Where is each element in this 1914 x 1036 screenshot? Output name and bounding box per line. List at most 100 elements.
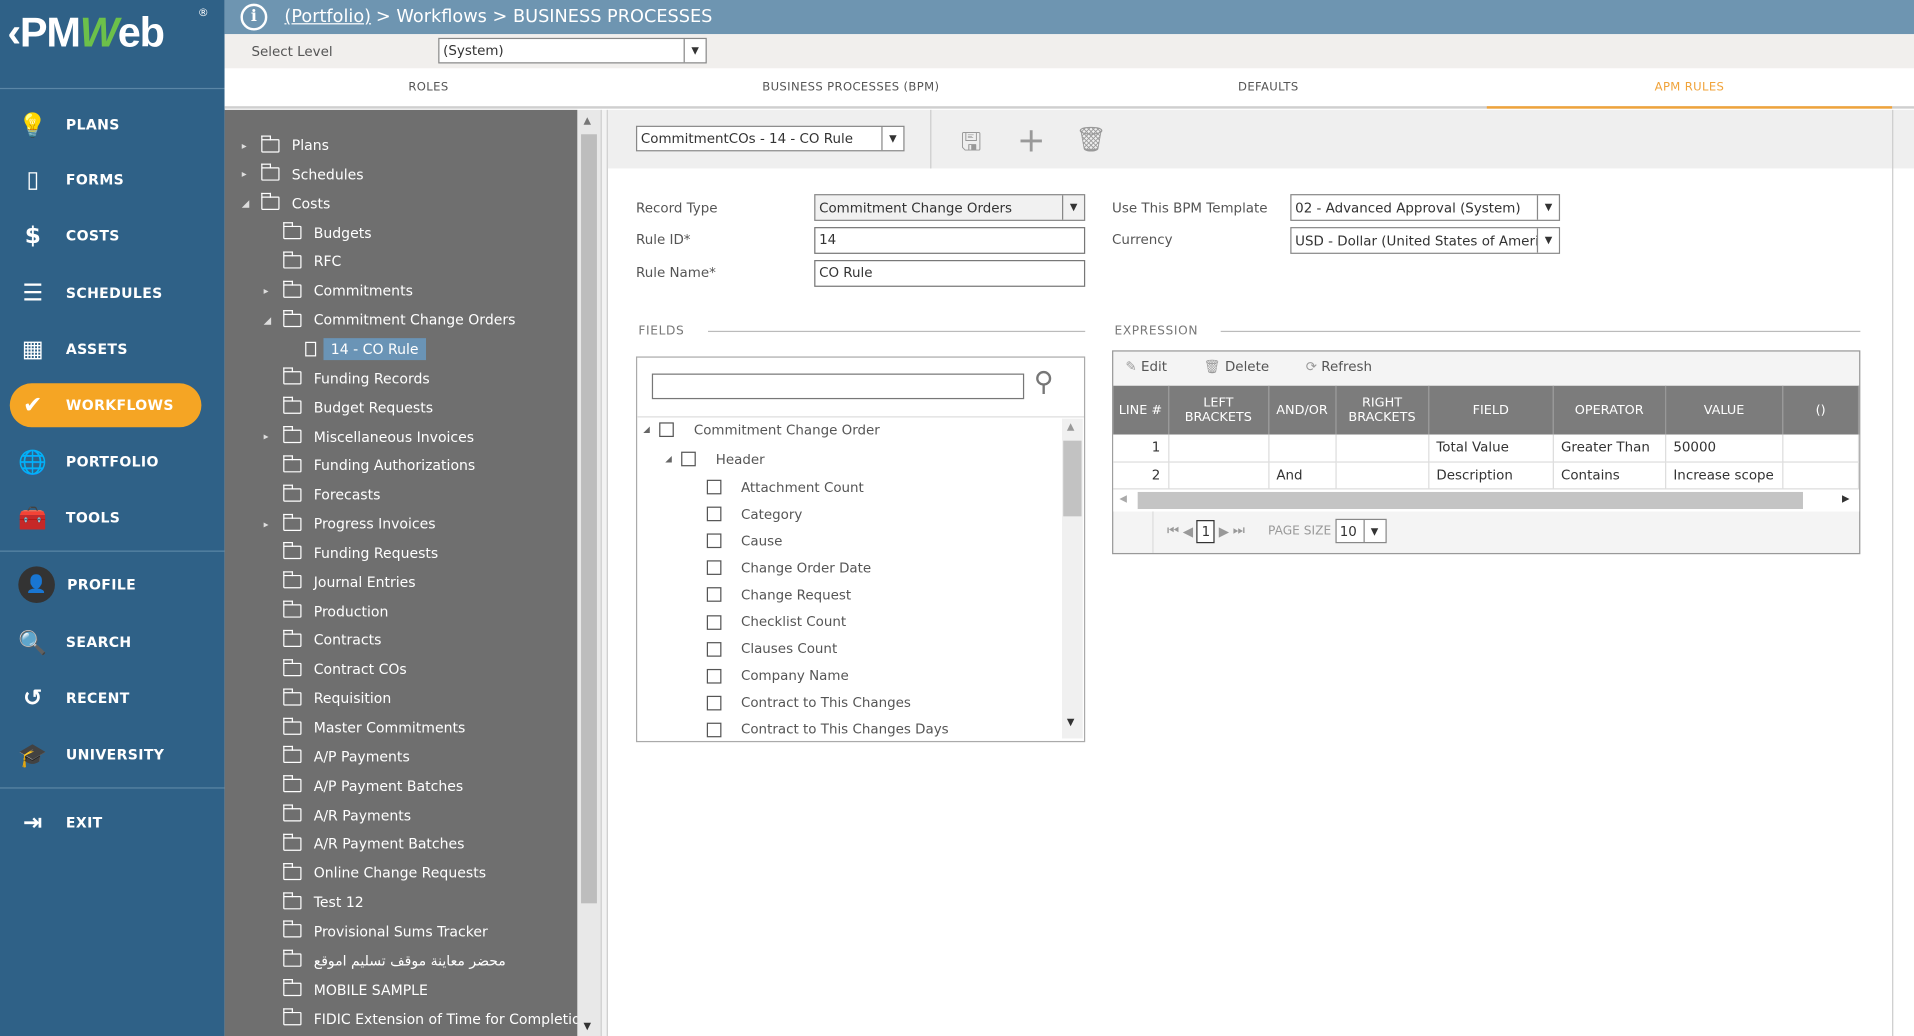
chevron-down-icon[interactable]: ▼	[1062, 195, 1084, 220]
fields-scrollbar[interactable]: ▲ ▼	[1062, 418, 1083, 739]
tree-item[interactable]: A/P Payment Batches	[264, 774, 463, 798]
checkbox[interactable]	[706, 587, 722, 603]
sidebar-item-recent[interactable]: ↺ RECENT	[0, 676, 225, 720]
fields-search-input[interactable]	[651, 373, 1025, 400]
field-item[interactable]: ◢ Commitment Change Order	[643, 419, 880, 441]
scroll-down-icon[interactable]: ▼	[583, 1021, 591, 1032]
chevron-down-icon[interactable]: ◢	[665, 454, 672, 464]
table-row[interactable]: 2 And Description Contains Increase scope	[1113, 461, 1860, 489]
column-header[interactable]: OPERATOR	[1553, 385, 1667, 435]
tree-item[interactable]: Budgets	[264, 220, 372, 244]
column-header[interactable]: LEFT BRACKETS	[1168, 385, 1270, 435]
horizontal-scrollbar[interactable]: ◀ ▶	[1113, 489, 1860, 512]
last-page-icon[interactable]: ⏭	[1233, 522, 1245, 539]
column-header[interactable]: RIGHT BRACKETS	[1335, 385, 1430, 435]
sidebar-item-workflows[interactable]: ✔ WORKFLOWS	[9, 383, 202, 428]
field-item[interactable]: Category	[706, 503, 802, 525]
record-type-dropdown[interactable]: Commitment Change Orders ▼	[814, 194, 1086, 221]
field-item[interactable]: Cause	[706, 530, 782, 552]
tree-item[interactable]: A/R Payment Batches	[264, 832, 464, 856]
tree-item[interactable]: Test 12	[264, 890, 364, 914]
field-item[interactable]: Change Request	[706, 584, 851, 606]
checkbox[interactable]	[706, 722, 722, 738]
checkbox[interactable]	[706, 506, 722, 522]
column-header[interactable]: ()	[1782, 385, 1860, 435]
select-level-dropdown[interactable]: (System) ▼	[438, 37, 707, 64]
tree-item[interactable]: Master Commitments	[264, 715, 465, 739]
rule-select-dropdown[interactable]: CommitmentCOs - 14 - CO Rule ▼	[635, 125, 905, 152]
pmweb-logo[interactable]: ‹PMWeb	[7, 10, 165, 58]
field-item[interactable]: Contract to This Changes	[706, 692, 911, 714]
checkbox[interactable]	[706, 668, 722, 684]
add-icon[interactable]: +	[1017, 120, 1046, 160]
prev-page-icon[interactable]: ◀	[1183, 523, 1193, 539]
checkbox[interactable]	[681, 451, 697, 467]
sidebar-item-exit[interactable]: ⇥ EXIT	[0, 801, 225, 845]
chevron-down-icon[interactable]: ▼	[881, 126, 903, 151]
first-page-icon[interactable]: ⏮	[1167, 522, 1179, 539]
tree-item[interactable]: ▸ Schedules	[242, 162, 364, 186]
tree-item[interactable]: Funding Requests	[264, 541, 438, 565]
checkbox[interactable]	[659, 422, 675, 438]
tree-item[interactable]: Production	[264, 599, 388, 623]
tree-item[interactable]: Forecasts	[264, 482, 380, 506]
chevron-right-icon[interactable]: ▸	[242, 169, 254, 180]
chevron-down-icon[interactable]: ◢	[264, 314, 276, 325]
checkbox[interactable]	[706, 560, 722, 576]
chevron-down-icon[interactable]: ▼	[1362, 520, 1385, 542]
tree-item[interactable]: Budget Requests	[264, 395, 433, 419]
scroll-down-icon[interactable]: ▼	[1067, 717, 1075, 728]
scroll-left-icon[interactable]: ◀	[1119, 493, 1127, 504]
tree-item[interactable]: MOBILE SAMPLE	[264, 977, 428, 1001]
rule-id-input[interactable]: 14	[814, 227, 1086, 254]
field-item[interactable]: Clauses Count	[706, 638, 837, 660]
scroll-thumb[interactable]	[581, 134, 597, 904]
scroll-thumb[interactable]	[1137, 491, 1803, 510]
field-item[interactable]: Attachment Count	[706, 476, 864, 498]
rule-name-input[interactable]: CO Rule	[814, 260, 1086, 287]
scroll-up-icon[interactable]: ▲	[583, 115, 591, 126]
scroll-up-icon[interactable]: ▲	[1067, 421, 1075, 432]
delete-icon[interactable]: 🗑	[1075, 125, 1106, 154]
tree-item[interactable]: Online Change Requests	[264, 861, 486, 885]
tree-item[interactable]: Journal Entries	[264, 570, 416, 594]
checkbox[interactable]	[706, 533, 722, 549]
tree-item[interactable]: RFC	[264, 249, 341, 273]
field-item[interactable]: Contract to This Changes Days	[706, 719, 949, 741]
sidebar-item-costs[interactable]: $ COSTS	[0, 214, 225, 258]
chevron-down-icon[interactable]: ◢	[242, 198, 254, 209]
edit-button[interactable]: ✎ Edit	[1125, 359, 1167, 375]
sidebar-item-forms[interactable]: ▯ FORMS	[0, 157, 225, 201]
tab-apm-rules[interactable]: APM RULES	[1486, 68, 1893, 109]
chevron-right-icon[interactable]: ▸	[264, 518, 276, 529]
tree-item[interactable]: Contracts	[264, 628, 381, 652]
sidebar-item-tools[interactable]: 🧰 TOOLS	[0, 496, 225, 540]
column-header[interactable]: LINE #	[1113, 385, 1169, 435]
tree-item[interactable]: ▸ Commitments	[264, 279, 413, 303]
tree-item[interactable]: ▸ Progress Invoices	[264, 512, 436, 536]
tree-scrollbar[interactable]: ▲ ▼	[577, 109, 601, 1036]
tree-item[interactable]: محضر معاينة موقف تسليم اموقع	[264, 948, 506, 972]
sidebar-item-assets[interactable]: ▦ ASSETS	[0, 327, 225, 371]
checkbox[interactable]	[706, 641, 722, 657]
chevron-right-icon[interactable]: ▸	[264, 285, 276, 296]
page-size-dropdown[interactable]: 10 ▼	[1334, 518, 1387, 544]
tree-item[interactable]: ◢ Costs	[242, 191, 330, 215]
column-header[interactable]: FIELD	[1428, 385, 1554, 435]
tab-business-processes[interactable]: BUSINESS PROCESSES (BPM)	[632, 68, 1069, 108]
chevron-down-icon[interactable]: ▼	[1536, 228, 1559, 253]
column-header[interactable]: VALUE	[1665, 385, 1784, 435]
field-item[interactable]: ◢ Header	[665, 448, 764, 470]
search-icon[interactable]: ⚲	[1034, 367, 1054, 398]
checkbox[interactable]	[706, 695, 722, 711]
checkbox[interactable]	[706, 479, 722, 495]
scroll-right-icon[interactable]: ▶	[1842, 493, 1850, 504]
tree-item[interactable]: Provisional Sums Tracker	[264, 919, 488, 943]
sidebar-item-university[interactable]: 🎓 UNIVERSITY	[0, 732, 225, 776]
tree-item[interactable]: ◢ Commitment Change Orders	[264, 308, 515, 332]
tree-item[interactable]: A/R Payments	[264, 803, 411, 827]
tab-defaults[interactable]: DEFAULTS	[1069, 68, 1467, 108]
field-item[interactable]: Change Order Date	[706, 557, 871, 579]
tree-item[interactable]: Funding Records	[264, 366, 430, 390]
save-icon[interactable]: 🖫	[961, 125, 982, 167]
